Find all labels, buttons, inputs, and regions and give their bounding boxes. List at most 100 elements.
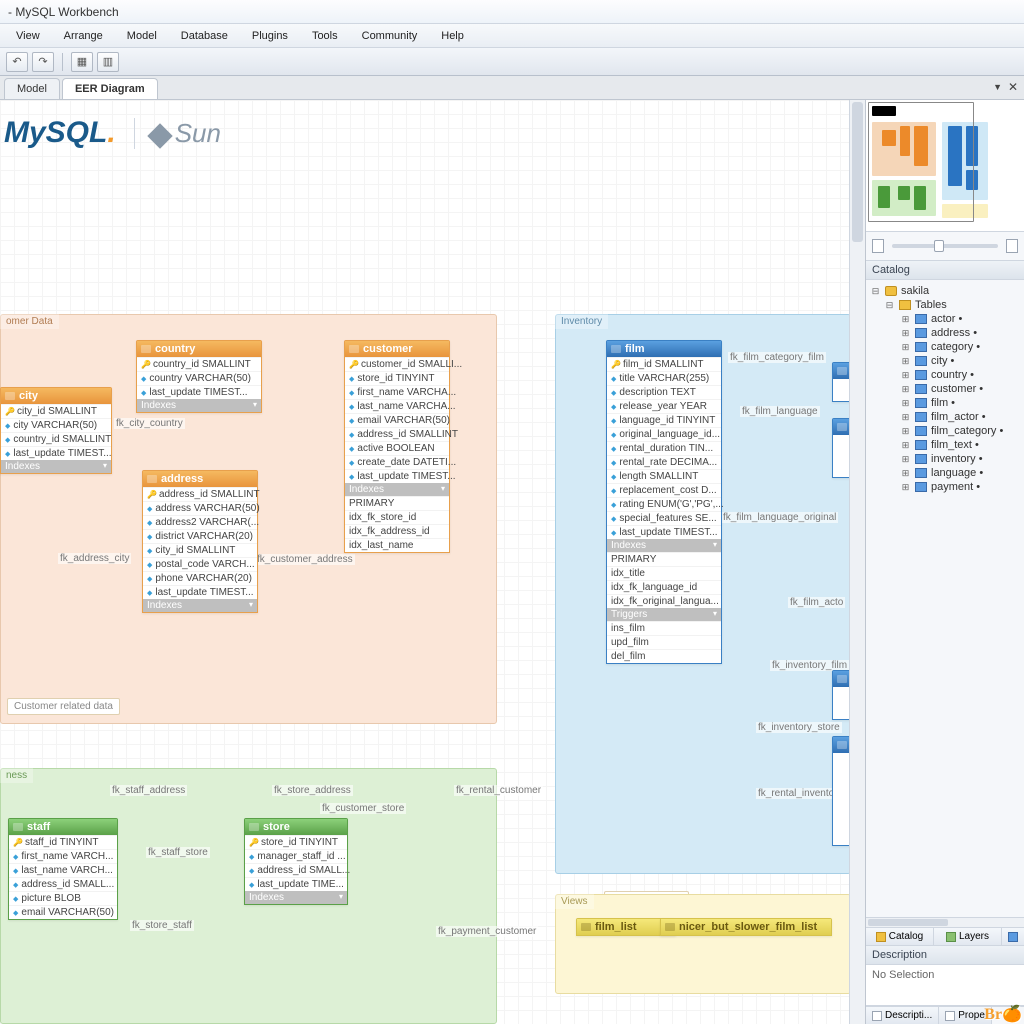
column: last_update TIMEST... [137,385,261,399]
tabs-dropdown-icon[interactable]: ▼ [993,82,1002,92]
column: description TEXT [607,385,721,399]
column: last_update TIMEST... [1,446,111,460]
navigator-minimap[interactable] [866,100,1024,232]
entity-header[interactable]: nicer_but_slower_film_list [661,919,831,935]
menu-help[interactable]: Help [429,27,476,45]
zoom-track[interactable] [892,244,998,248]
tree-table-film_category[interactable]: ⊞film_category • [868,424,1022,438]
entity-section[interactable]: Indexes [345,483,449,496]
entity-section[interactable]: Indexes [607,539,721,552]
entity-header[interactable]: staff [9,819,117,835]
fk-label: fk_film_language_original [721,512,838,523]
entity-city[interactable]: city city_id SMALLINT city VARCHAR(50) c… [0,387,112,474]
zoom-icon[interactable] [1006,239,1018,253]
entity-section[interactable]: Indexes [1,460,111,473]
entity-film[interactable]: film film_id SMALLINT title VARCHAR(255)… [606,340,722,664]
region-title: Inventory [555,314,608,329]
entity-header[interactable]: film [607,341,721,357]
index-row: idx_fk_store_id [345,510,449,524]
entity-header[interactable]: store [245,819,347,835]
tabs-close-icon[interactable]: ✕ [1008,80,1018,94]
index-row: PRIMARY [345,496,449,510]
fk-label: fk_customer_store [320,803,406,814]
entity-header[interactable]: city [1,388,111,404]
column: rental_duration TIN... [607,441,721,455]
tree-table-country[interactable]: ⊞country • [868,368,1022,382]
document-tabs: Model EER Diagram ▼ ✕ [0,76,1024,100]
sidetab-more[interactable] [1002,928,1024,945]
column: rating ENUM('G','PG',... [607,497,721,511]
database-icon [885,286,897,296]
column: country_id SMALLINT [1,432,111,446]
bottab-description[interactable]: Descripti... [866,1007,939,1024]
column: last_update TIMEST... [607,525,721,539]
tree-table-film_text[interactable]: ⊞film_text • [868,438,1022,452]
table-icon [915,468,927,478]
catalog-h-scrollbar[interactable] [866,917,1024,927]
tree-table-film[interactable]: ⊞film • [868,396,1022,410]
tree-table-language[interactable]: ⊞language • [868,466,1022,480]
region-title: ness [0,768,33,783]
scrollbar-thumb[interactable] [868,919,948,926]
tab-eer-diagram[interactable]: EER Diagram [62,78,158,99]
description-header: Description [866,946,1024,965]
column: replacement_cost D... [607,483,721,497]
tree-table-customer[interactable]: ⊞customer • [868,382,1022,396]
tree-tables-folder[interactable]: ⊟Tables [868,298,1022,312]
tree-db[interactable]: ⊟sakila [868,284,1022,298]
table-icon [915,482,927,492]
scrollbar-thumb[interactable] [852,102,863,242]
undo-button[interactable]: ↶ [6,52,28,72]
index-row: idx_fk_language_id [607,580,721,594]
tree-table-city[interactable]: ⊞city • [868,354,1022,368]
tree-table-category[interactable]: ⊞category • [868,340,1022,354]
zoom-slider[interactable] [866,232,1024,260]
menu-model[interactable]: Model [115,27,169,45]
entity-header[interactable]: country [137,341,261,357]
menu-community[interactable]: Community [350,27,430,45]
column: last_update TIMEST... [345,469,449,483]
entity-address[interactable]: address address_id SMALLINT address VARC… [142,470,258,613]
menu-plugins[interactable]: Plugins [240,27,300,45]
zoom-thumb[interactable] [934,240,944,252]
toolbar: ↶ ↷ ▦ ▥ [0,48,1024,76]
diagram-canvas[interactable]: MySQL. Sun omer Data Customer related da… [0,100,865,1024]
entity-section[interactable]: Indexes [143,599,257,612]
entity-nicer-list[interactable]: nicer_but_slower_film_list [660,918,832,936]
column: city_id SMALLINT [143,543,257,557]
canvas-vertical-scrollbar[interactable] [849,100,865,1024]
tree-table-address[interactable]: ⊞address • [868,326,1022,340]
tree-table-actor[interactable]: ⊞actor • [868,312,1022,326]
index-row: idx_fk_address_id [345,524,449,538]
mysql-logo: MySQL. [4,116,116,150]
menu-tools[interactable]: Tools [300,27,350,45]
sidetab-catalog[interactable]: Catalog [866,928,934,945]
trigger-row: del_film [607,649,721,663]
sidetab-layers[interactable]: Layers [934,928,1002,945]
grid-toggle-button[interactable]: ▦ [71,52,93,72]
tab-model[interactable]: Model [4,78,60,99]
entity-section[interactable]: Indexes [137,399,261,412]
entity-header[interactable]: address [143,471,257,487]
menu-database[interactable]: Database [169,27,240,45]
entity-country[interactable]: country country_id SMALLINT country VARC… [136,340,262,413]
column: country_id SMALLINT [137,357,261,371]
tree-table-payment[interactable]: ⊞payment • [868,480,1022,494]
entity-section[interactable]: Triggers [607,608,721,621]
menu-view[interactable]: View [4,27,52,45]
tree-table-inventory[interactable]: ⊞inventory • [868,452,1022,466]
redo-button[interactable]: ↷ [32,52,54,72]
column: special_features SE... [607,511,721,525]
entity-header[interactable]: customer [345,341,449,357]
column: address_id SMALLINT [143,487,257,501]
entity-section[interactable]: Indexes [245,891,347,904]
region-views[interactable]: Views [555,894,851,994]
catalog-tree[interactable]: ⊟sakila ⊟Tables ⊞actor •⊞address •⊞categ… [866,280,1024,917]
menu-arrange[interactable]: Arrange [52,27,115,45]
entity-store[interactable]: store store_id TINYINT manager_staff_id … [244,818,348,905]
entity-customer[interactable]: customer customer_id SMALLI... store_id … [344,340,450,553]
align-toggle-button[interactable]: ▥ [97,52,119,72]
fit-page-icon[interactable] [872,239,884,253]
entity-staff[interactable]: staff staff_id TINYINT first_name VARCH.… [8,818,118,920]
tree-table-film_actor[interactable]: ⊞film_actor • [868,410,1022,424]
